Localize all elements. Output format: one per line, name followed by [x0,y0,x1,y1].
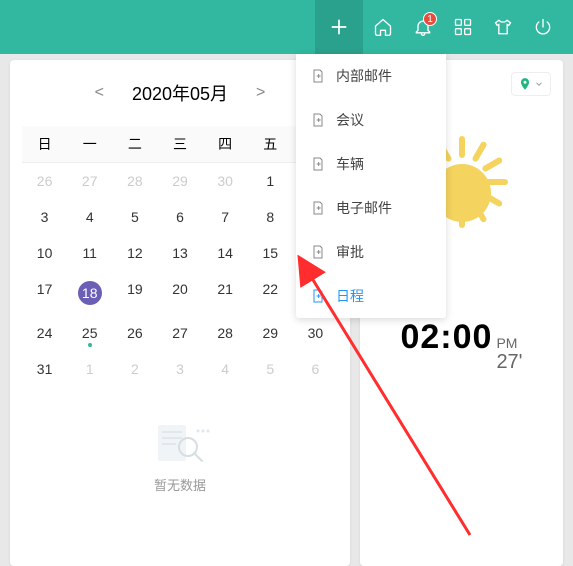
calendar-day[interactable]: 19 [112,271,157,315]
calendar-day[interactable]: 10 [22,235,67,271]
new-file-icon [310,156,326,172]
calendar-day[interactable]: 7 [203,199,248,235]
dow-header: 五 [248,126,293,163]
plus-icon [329,17,349,37]
calendar-day[interactable]: 18 [67,271,112,315]
new-file-icon [310,288,326,304]
grid-icon [453,17,473,37]
calendar-day[interactable]: 8 [248,199,293,235]
time-value: 02:00 [400,318,492,357]
menu-item-label: 电子邮件 [336,198,392,218]
home-button[interactable] [363,0,403,54]
pin-icon [518,77,532,91]
calendar-day[interactable]: 13 [157,235,202,271]
calendar-day[interactable]: 30 [293,315,338,351]
add-menu-item[interactable]: 会议 [296,98,446,142]
dow-header: 日 [22,126,67,163]
new-file-icon [310,244,326,260]
calendar-day[interactable]: 27 [157,315,202,351]
calendar-day[interactable]: 26 [112,315,157,351]
calendar-day[interactable]: 28 [203,315,248,351]
calendar-day[interactable]: 29 [248,315,293,351]
calendar-day[interactable]: 6 [293,351,338,387]
notification-badge: 1 [423,12,437,26]
calendar-day[interactable]: 2 [112,351,157,387]
menu-item-label: 审批 [336,242,364,262]
calendar-day[interactable]: 21 [203,271,248,315]
calendar-grid: 日一二三四五六262728293012345678910111213141516… [22,126,338,387]
add-menu-item[interactable]: 审批 [296,230,446,274]
calendar-day[interactable]: 5 [248,351,293,387]
menu-item-label: 内部邮件 [336,66,392,86]
calendar-day[interactable]: 5 [112,199,157,235]
home-icon [373,17,393,37]
power-icon [533,17,553,37]
calendar-day[interactable]: 25 [67,315,112,351]
calendar-day[interactable]: 15 [248,235,293,271]
notification-button[interactable]: 1 [403,0,443,54]
calendar-day[interactable]: 3 [22,199,67,235]
calendar-day[interactable]: 14 [203,235,248,271]
top-bar: 1 [0,0,573,54]
add-menu-item[interactable]: 电子邮件 [296,186,446,230]
apps-button[interactable] [443,0,483,54]
temperature: 27' [496,351,522,373]
time-meridiem: PM [496,336,522,351]
calendar-day[interactable]: 6 [157,199,202,235]
calendar-title: 2020年05月 [132,80,228,106]
calendar-day[interactable]: 29 [157,163,202,199]
calendar-day[interactable]: 4 [203,351,248,387]
calendar-day[interactable]: 12 [112,235,157,271]
power-button[interactable] [523,0,563,54]
add-menu: 内部邮件会议车辆电子邮件审批日程 [296,54,446,318]
calendar-day[interactable]: 30 [203,163,248,199]
add-button[interactable] [315,0,363,54]
new-file-icon [310,68,326,84]
calendar-day[interactable]: 11 [67,235,112,271]
new-file-icon [310,200,326,216]
calendar-day[interactable]: 27 [67,163,112,199]
menu-item-label: 车辆 [336,154,364,174]
shirt-icon [493,17,513,37]
dow-header: 一 [67,126,112,163]
calendar-day[interactable]: 22 [248,271,293,315]
location-button[interactable] [511,72,551,96]
dow-header: 三 [157,126,202,163]
dow-header: 四 [203,126,248,163]
calendar-day[interactable]: 28 [112,163,157,199]
theme-button[interactable] [483,0,523,54]
calendar-day[interactable]: 20 [157,271,202,315]
menu-item-label: 日程 [336,286,364,306]
calendar-header: < 2020年05月 > [22,80,338,106]
empty-state: 暂无数据 [22,417,338,494]
dow-header: 二 [112,126,157,163]
calendar-day[interactable]: 24 [22,315,67,351]
add-menu-item[interactable]: 日程 [296,274,446,318]
calendar-day[interactable]: 1 [248,163,293,199]
next-month-button[interactable]: > [248,84,273,102]
calendar-day[interactable]: 3 [157,351,202,387]
calendar-day[interactable]: 1 [67,351,112,387]
add-menu-item[interactable]: 内部邮件 [296,54,446,98]
time-display: 02:00 PM 27' [360,318,563,373]
empty-text: 暂无数据 [22,475,338,494]
new-file-icon [310,112,326,128]
add-menu-item[interactable]: 车辆 [296,142,446,186]
calendar-day[interactable]: 17 [22,271,67,315]
empty-icon [150,417,210,467]
menu-item-label: 会议 [336,110,364,130]
chevron-down-icon [534,79,544,89]
calendar-day[interactable]: 26 [22,163,67,199]
calendar-day[interactable]: 4 [67,199,112,235]
prev-month-button[interactable]: < [87,84,112,102]
calendar-day[interactable]: 31 [22,351,67,387]
